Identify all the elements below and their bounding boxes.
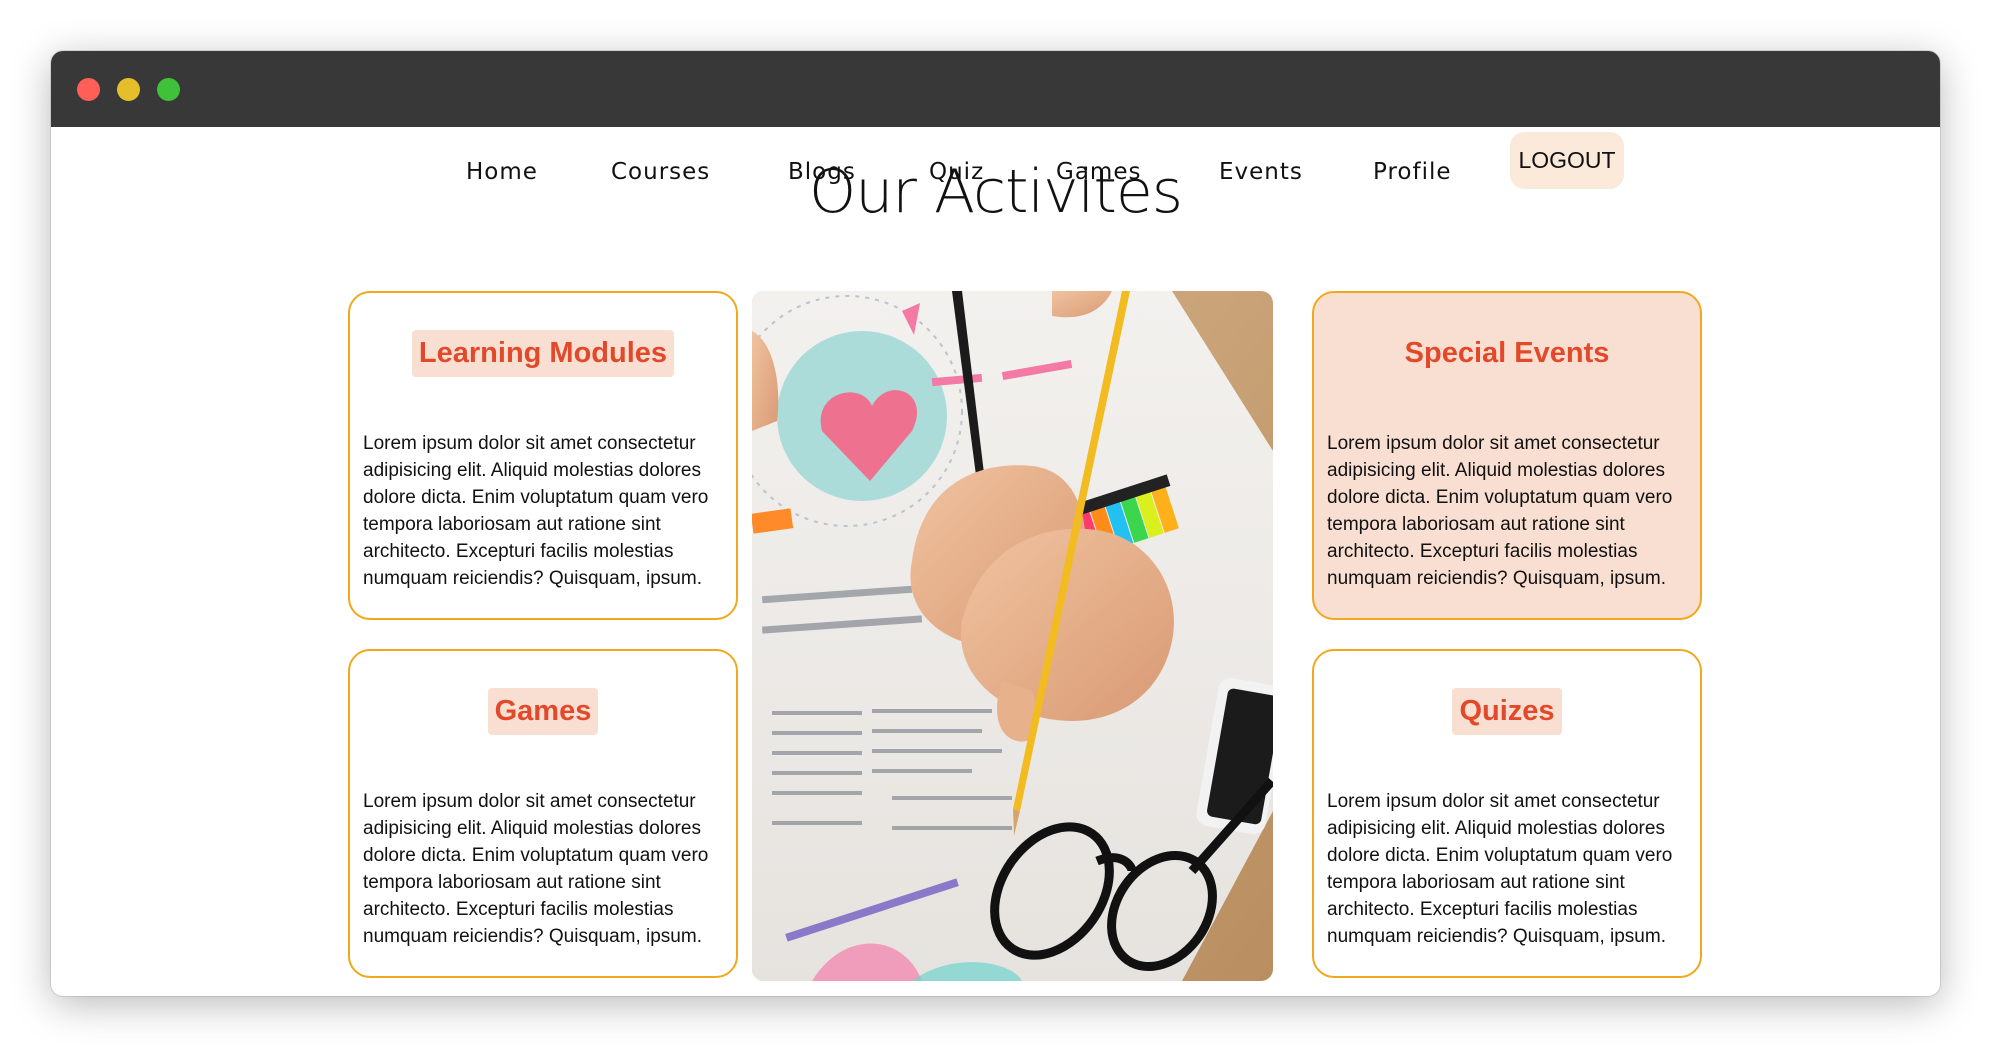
page-title: Our Activites	[808, 157, 1183, 227]
card-description: Lorem ipsum dolor sit amet consectetur a…	[363, 791, 709, 947]
close-window-button[interactable]	[77, 78, 100, 101]
card-quizes[interactable]: Quizes Lorem ipsum dolor sit amet consec…	[1312, 649, 1702, 978]
card-title: Quizes	[1452, 688, 1562, 735]
minimize-window-button[interactable]	[117, 78, 140, 101]
card-title-wrap: Learning Modules	[350, 330, 736, 377]
card-title: Special Events	[1404, 337, 1610, 369]
card-title-wrap: Special Events	[1314, 330, 1700, 377]
card-description: Lorem ipsum dolor sit amet consectetur a…	[363, 433, 709, 589]
card-title-wrap: Quizes	[1314, 688, 1700, 735]
card-games[interactable]: Games Lorem ipsum dolor sit amet consect…	[348, 649, 738, 978]
card-description: Lorem ipsum dolor sit amet consectetur a…	[1327, 433, 1673, 589]
card-title: Learning Modules	[411, 330, 675, 377]
card-description: Lorem ipsum dolor sit amet consectetur a…	[1327, 791, 1673, 947]
card-title: Games	[487, 688, 599, 735]
browser-window: Home Courses Blogs Quiz Games Events Pro…	[51, 51, 1940, 996]
photo-illustration	[752, 291, 1273, 981]
students-writing-photo	[752, 291, 1273, 981]
maximize-window-button[interactable]	[157, 78, 180, 101]
window-titlebar	[51, 51, 1940, 127]
card-special-events[interactable]: Special Events Lorem ipsum dolor sit ame…	[1312, 291, 1702, 620]
card-learning-modules[interactable]: Learning Modules Lorem ipsum dolor sit a…	[348, 291, 738, 620]
card-title-wrap: Games	[350, 688, 736, 735]
